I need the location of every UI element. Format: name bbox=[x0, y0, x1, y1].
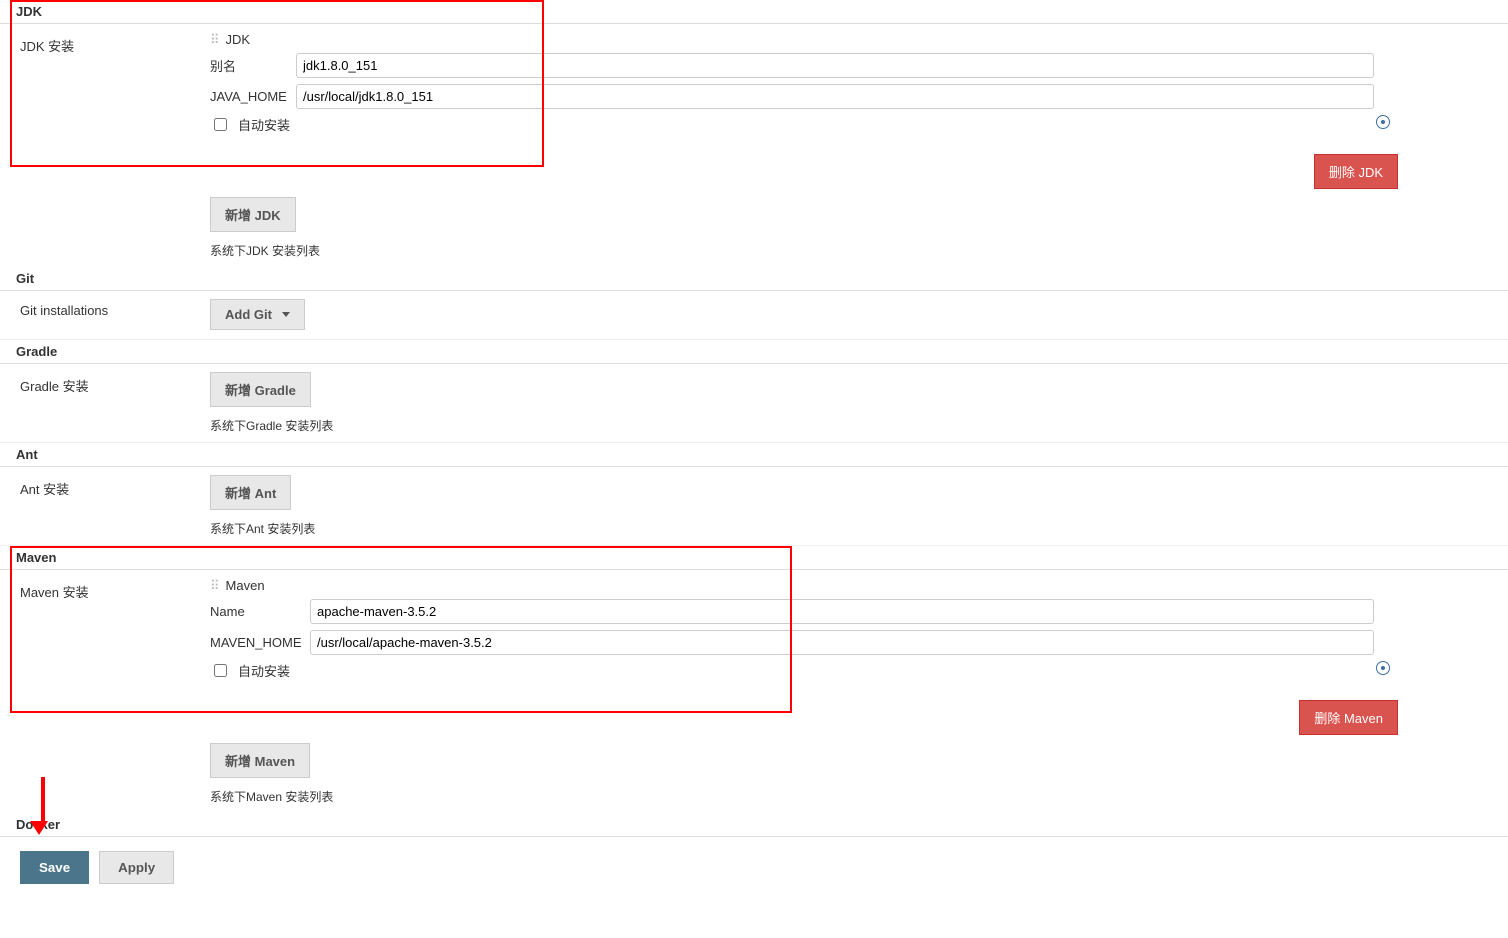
maven-auto-label: 自动安装 bbox=[238, 661, 290, 680]
jdk-list-text: 系统下JDK 安装列表 bbox=[210, 242, 1508, 259]
jdk-auto-label: 自动安装 bbox=[238, 115, 290, 134]
save-button[interactable]: Save bbox=[20, 851, 89, 884]
delete-maven-button[interactable]: 删除 Maven bbox=[1299, 700, 1398, 735]
drag-icon[interactable]: ⠿ bbox=[210, 33, 220, 46]
add-git-button[interactable]: Add Git bbox=[210, 299, 305, 330]
maven-name-input[interactable] bbox=[310, 599, 1374, 624]
maven-auto-checkbox[interactable] bbox=[214, 664, 227, 677]
git-section-header: Git bbox=[0, 267, 1508, 291]
chevron-down-icon bbox=[282, 312, 290, 317]
maven-item-title: Maven bbox=[226, 578, 265, 593]
ant-list-text: 系统下Ant 安装列表 bbox=[210, 520, 1508, 537]
maven-section-header: Maven bbox=[0, 546, 1508, 570]
jdk-section-header: JDK bbox=[0, 0, 1508, 24]
gradle-list-text: 系统下Gradle 安装列表 bbox=[210, 417, 1508, 434]
maven-list-text: 系统下Maven 安装列表 bbox=[210, 788, 1508, 805]
maven-name-label: Name bbox=[210, 604, 310, 619]
git-install-label: Git installations bbox=[20, 299, 210, 318]
add-git-label: Add Git bbox=[225, 307, 272, 322]
add-gradle-button[interactable]: 新增 Gradle bbox=[210, 372, 311, 407]
help-icon[interactable] bbox=[1376, 115, 1390, 129]
delete-jdk-button[interactable]: 删除 JDK bbox=[1314, 154, 1398, 189]
docker-section-header: Docker bbox=[0, 813, 1508, 837]
ant-install-label: Ant 安装 bbox=[20, 475, 210, 498]
jdk-alias-label: 别名 bbox=[210, 56, 296, 75]
gradle-section-header: Gradle bbox=[0, 340, 1508, 364]
jdk-home-input[interactable] bbox=[296, 84, 1374, 109]
help-icon[interactable] bbox=[1376, 661, 1390, 675]
maven-install-label: Maven 安装 bbox=[20, 578, 210, 601]
drag-icon[interactable]: ⠿ bbox=[210, 579, 220, 592]
jdk-home-label: JAVA_HOME bbox=[210, 89, 296, 104]
add-ant-button[interactable]: 新增 Ant bbox=[210, 475, 291, 510]
jdk-alias-input[interactable] bbox=[296, 53, 1374, 78]
jdk-install-label: JDK 安装 bbox=[20, 32, 210, 55]
apply-button[interactable]: Apply bbox=[99, 851, 174, 884]
jdk-item-title: JDK bbox=[226, 32, 251, 47]
add-jdk-button[interactable]: 新增 JDK bbox=[210, 197, 296, 232]
ant-section-header: Ant bbox=[0, 443, 1508, 467]
maven-home-input[interactable] bbox=[310, 630, 1374, 655]
jdk-auto-checkbox[interactable] bbox=[214, 118, 227, 131]
add-maven-button[interactable]: 新增 Maven bbox=[210, 743, 310, 778]
maven-home-label: MAVEN_HOME bbox=[210, 635, 310, 650]
gradle-install-label: Gradle 安装 bbox=[20, 372, 210, 395]
